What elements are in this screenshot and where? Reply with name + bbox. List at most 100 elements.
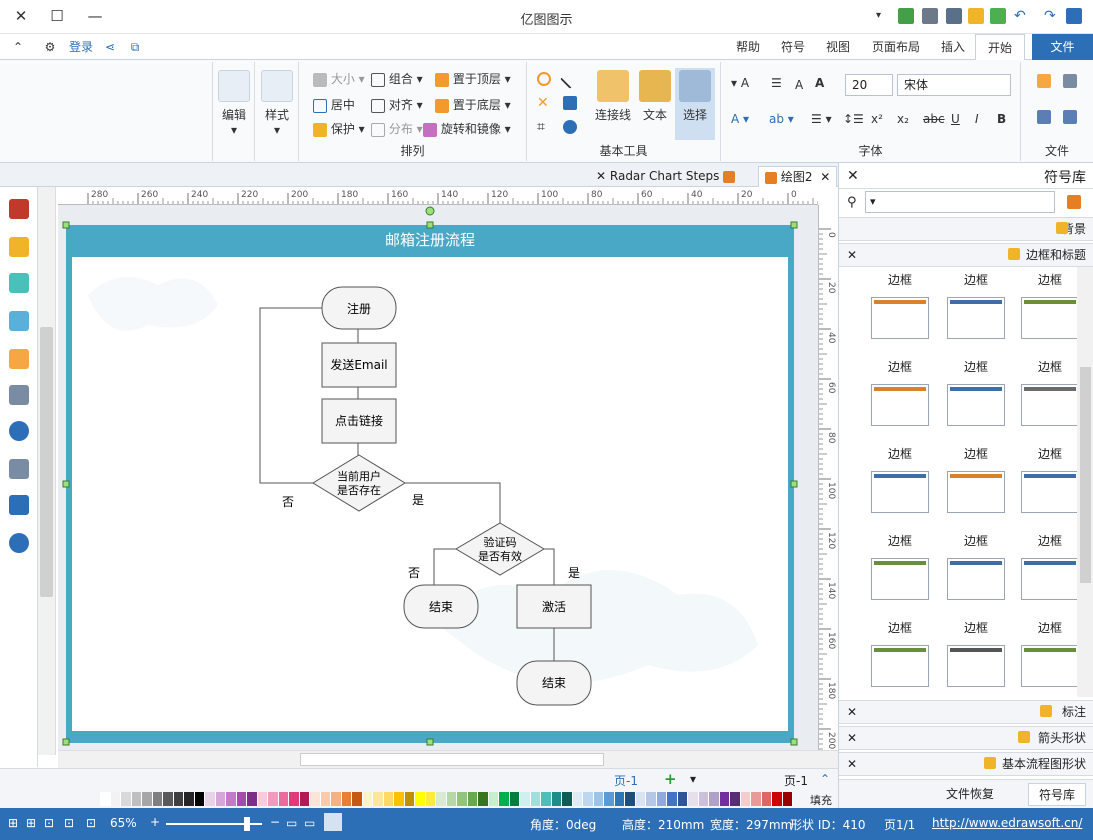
color-swatch[interactable] bbox=[299, 792, 310, 806]
copy-icon[interactable] bbox=[1063, 110, 1077, 124]
status-website-link[interactable]: http://www.edrawsoft.cn/ bbox=[932, 816, 1082, 830]
page-tab[interactable]: 页-1 bbox=[614, 772, 638, 789]
fit-width-icon[interactable]: ⊡ bbox=[44, 816, 54, 830]
maximize-window-button[interactable]: ☐ bbox=[44, 5, 70, 27]
border-thumbnail[interactable] bbox=[1021, 297, 1077, 339]
fit-page-icon[interactable]: ⊞ bbox=[8, 816, 18, 830]
color-swatch[interactable] bbox=[677, 792, 688, 806]
undo-icon[interactable]: ↶ bbox=[1014, 8, 1030, 24]
category-arrows[interactable]: ✕ 箭头形状 bbox=[839, 726, 1093, 750]
tab-home[interactable]: 开始 bbox=[975, 34, 1025, 61]
border-thumbnail[interactable] bbox=[871, 645, 929, 687]
color-swatch[interactable] bbox=[215, 792, 226, 806]
color-swatch[interactable] bbox=[572, 792, 583, 806]
color-swatch[interactable] bbox=[205, 792, 216, 806]
border-thumbnail[interactable] bbox=[947, 558, 1005, 600]
color-swatch[interactable] bbox=[719, 792, 730, 806]
color-swatch[interactable] bbox=[446, 792, 457, 806]
color-swatch[interactable] bbox=[278, 792, 289, 806]
border-thumbnail[interactable] bbox=[947, 471, 1005, 513]
color-swatch[interactable] bbox=[551, 792, 562, 806]
close-category-icon[interactable]: ✕ bbox=[847, 701, 857, 723]
color-swatch[interactable] bbox=[394, 792, 405, 806]
scroll-thumb[interactable] bbox=[300, 753, 604, 766]
zoom-slider-handle[interactable] bbox=[244, 817, 250, 831]
grid-toggle-icon[interactable]: ⊞ bbox=[26, 816, 36, 830]
color-swatch[interactable] bbox=[520, 792, 531, 806]
border-thumbnail[interactable] bbox=[947, 645, 1005, 687]
color-swatch[interactable] bbox=[457, 792, 468, 806]
flow-node-end-2[interactable]: 结束 bbox=[516, 660, 592, 706]
tab-file-recovery[interactable]: 文件恢复 bbox=[936, 783, 1004, 804]
group-button[interactable]: 组合 ▾ bbox=[371, 70, 423, 87]
edit-button[interactable]: 编辑 ▾ bbox=[217, 70, 251, 137]
border-thumbnail[interactable] bbox=[1021, 645, 1077, 687]
color-swatch[interactable] bbox=[331, 792, 342, 806]
layers-icon[interactable] bbox=[9, 349, 29, 369]
color-swatch[interactable] bbox=[614, 792, 625, 806]
cut-icon[interactable] bbox=[1063, 74, 1077, 88]
color-swatch[interactable] bbox=[131, 792, 142, 806]
embed-icon[interactable]: ⧉ bbox=[124, 34, 146, 60]
document-list-icon[interactable] bbox=[9, 385, 29, 405]
comment-icon[interactable] bbox=[9, 495, 29, 515]
color-swatch[interactable] bbox=[142, 792, 153, 806]
present-icon[interactable]: ▭ bbox=[286, 816, 297, 830]
color-swatch[interactable] bbox=[362, 792, 373, 806]
flow-node-click-link[interactable]: 点击链接 bbox=[321, 398, 397, 444]
color-swatch[interactable] bbox=[562, 792, 573, 806]
color-swatch[interactable] bbox=[751, 792, 762, 806]
color-swatch[interactable] bbox=[530, 792, 541, 806]
bold-icon[interactable]: B bbox=[997, 112, 1006, 126]
color-swatch[interactable] bbox=[320, 792, 331, 806]
color-swatch[interactable] bbox=[121, 792, 132, 806]
crop-tool-icon[interactable]: ⌗ bbox=[537, 120, 551, 134]
style-button[interactable]: 样式 ▾ bbox=[259, 70, 295, 137]
color-swatch[interactable] bbox=[583, 792, 594, 806]
library-scrollbar[interactable] bbox=[1077, 267, 1093, 697]
vertical-scrollbar[interactable] bbox=[38, 187, 56, 755]
rectangle-tool-icon[interactable] bbox=[563, 96, 577, 110]
text-direction-icon[interactable]: ▾ A bbox=[731, 76, 749, 90]
connector-tool-button[interactable]: 连接线 bbox=[591, 70, 635, 123]
color-swatch[interactable] bbox=[341, 792, 352, 806]
border-thumbnail[interactable] bbox=[1021, 558, 1077, 600]
italic-icon[interactable]: I bbox=[975, 112, 979, 126]
border-thumbnail[interactable] bbox=[1021, 471, 1077, 513]
page-dropdown-icon[interactable]: ▾ bbox=[690, 772, 696, 786]
color-swatch[interactable] bbox=[425, 792, 436, 806]
color-swatch[interactable] bbox=[415, 792, 426, 806]
underline-icon[interactable]: U bbox=[951, 112, 960, 126]
color-swatch[interactable] bbox=[499, 792, 510, 806]
border-thumbnail[interactable] bbox=[871, 297, 929, 339]
border-thumbnail[interactable] bbox=[871, 471, 929, 513]
attachment-icon[interactable] bbox=[9, 459, 29, 479]
paint-bucket-icon[interactable] bbox=[9, 199, 29, 219]
arc-tool-icon[interactable] bbox=[537, 72, 551, 86]
color-swatch[interactable] bbox=[646, 792, 657, 806]
color-swatch[interactable] bbox=[761, 792, 772, 806]
border-thumbnail[interactable] bbox=[947, 384, 1005, 426]
color-swatch[interactable] bbox=[373, 792, 384, 806]
paste-icon[interactable] bbox=[1037, 110, 1051, 124]
color-swatch[interactable] bbox=[226, 792, 237, 806]
customize-quick-access-icon[interactable]: ▾ bbox=[876, 8, 892, 24]
increase-font-icon[interactable]: A bbox=[815, 76, 824, 90]
line-spacing-icon[interactable]: ↕☰ bbox=[843, 112, 864, 126]
font-size-select[interactable]: 20 bbox=[845, 74, 893, 96]
scroll-thumb[interactable] bbox=[40, 327, 53, 597]
color-swatch[interactable] bbox=[289, 792, 300, 806]
color-swatch[interactable] bbox=[667, 792, 678, 806]
close-category-icon[interactable]: ✕ bbox=[847, 727, 857, 749]
ellipse-tool-icon[interactable] bbox=[563, 120, 577, 134]
close-tab-icon[interactable]: ✕ bbox=[820, 170, 830, 184]
category-annotations[interactable]: ✕ 标注 bbox=[839, 700, 1093, 724]
flow-node-register[interactable]: 注册 bbox=[321, 286, 397, 330]
navigator-globe-icon[interactable] bbox=[9, 421, 29, 441]
line-tool-icon[interactable] bbox=[560, 69, 580, 89]
color-swatch[interactable] bbox=[467, 792, 478, 806]
color-swatch[interactable] bbox=[656, 792, 667, 806]
zoom-in-icon[interactable]: + bbox=[150, 815, 160, 829]
share-icon[interactable]: ⋖ bbox=[100, 34, 120, 60]
close-window-button[interactable]: ✕ bbox=[8, 5, 34, 27]
